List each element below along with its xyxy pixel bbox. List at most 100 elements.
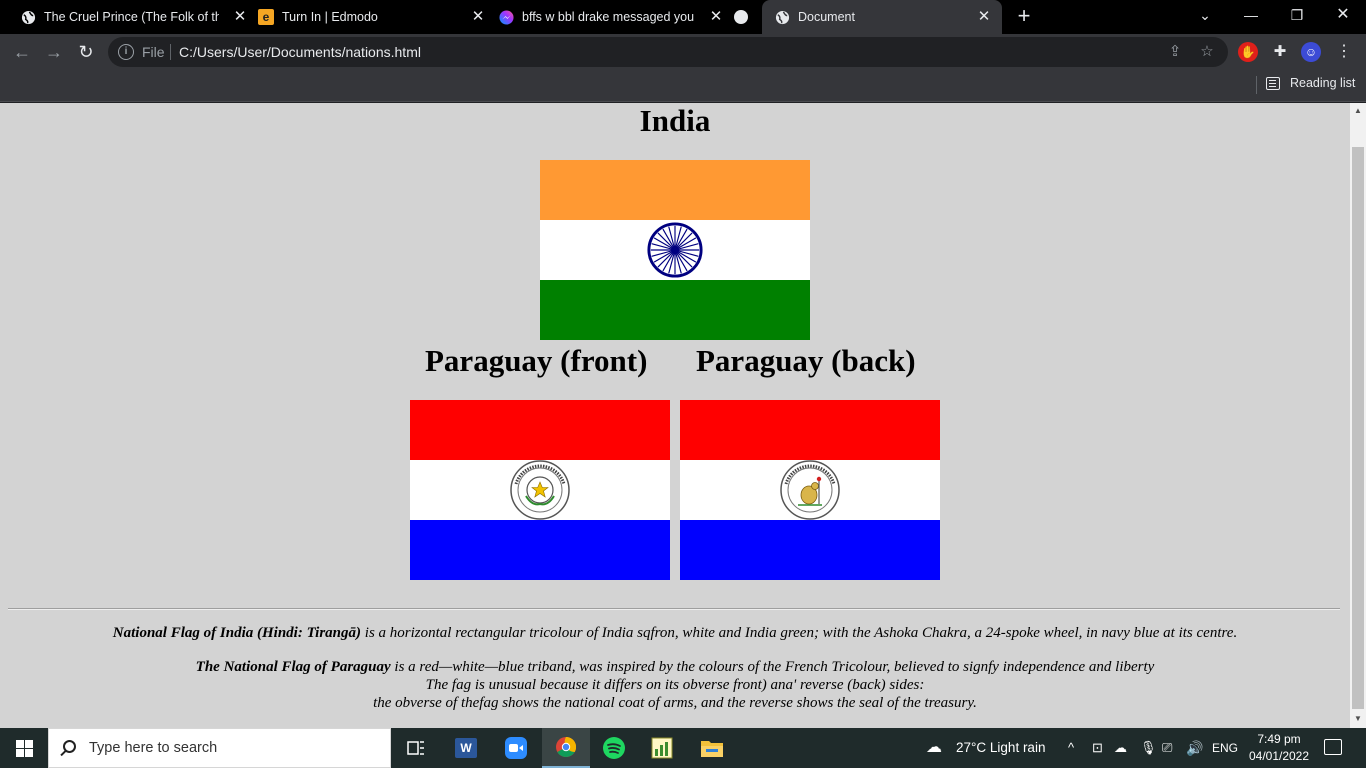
windows-logo-icon [25, 749, 33, 757]
tab-title: bffs w bbl drake messaged you [522, 10, 695, 24]
scrollbar-thumb[interactable] [1352, 147, 1364, 709]
tab-title: Turn In | Edmodo [282, 10, 378, 24]
india-description-title: National Flag of India (Hindi: Tirangā) [112, 625, 362, 641]
paraguay-description-line: The fag is unusual because it differs on… [425, 677, 925, 693]
browser-toolbar: ← → ↻ i File C:/Users/User/Documents/nat… [0, 34, 1366, 70]
ashoka-chakra-icon [647, 222, 703, 278]
extension-adblock-icon[interactable]: ✋ [1238, 42, 1258, 62]
paraguay-back-heading: Paraguay (back) [696, 343, 916, 378]
paraguay-description-line: the obverse of thefag shows the national… [373, 695, 977, 711]
windows-logo-icon [25, 740, 33, 748]
volume-icon[interactable]: 🔊 [1186, 728, 1203, 768]
bookmark-star-icon[interactable]: ☆ [1198, 43, 1216, 61]
india-flag [540, 160, 810, 340]
start-button[interactable] [0, 728, 48, 768]
horizontal-rule [8, 608, 1340, 609]
tab-cruel-prince[interactable]: The Cruel Prince (The Folk of the ✕ [12, 0, 248, 34]
reading-list-icon [1266, 76, 1280, 90]
coat-of-arms-icon [510, 460, 570, 520]
messenger-icon [498, 9, 514, 25]
paraguay-description-title: The National Flag of Paraguay [195, 659, 391, 675]
blue-band [680, 520, 940, 580]
tab-search-chevron-icon[interactable]: ⌄ [1182, 0, 1228, 30]
taskbar-search-box[interactable]: Type here to search [48, 728, 391, 768]
paraguay-description-line: is a red—white—blue triband, was inspire… [390, 659, 1155, 675]
bookmarks-bar: Reading list [0, 70, 1366, 102]
clock-date: 04/01/2022 [1248, 749, 1310, 763]
blue-band [410, 520, 670, 580]
share-icon[interactable]: ⇪ [1166, 43, 1184, 61]
profile-avatar[interactable]: ☺ [1301, 42, 1321, 62]
scroll-down-arrow-icon[interactable]: ▼ [1354, 715, 1362, 723]
close-icon[interactable]: ✕ [232, 9, 248, 25]
tray-chevron-up-icon[interactable]: ^ [1068, 728, 1074, 768]
url-text[interactable]: C:/Users/User/Documents/nations.html [179, 44, 421, 60]
url-scheme: File [142, 44, 165, 60]
tab-title: The Cruel Prince (The Folk of the [44, 10, 219, 24]
network-icon[interactable]: ⎚ [1162, 728, 1172, 768]
paraguay-description: The National Flag of Paraguay is a red—w… [0, 658, 1350, 712]
saffron-band [540, 160, 810, 220]
minimize-button[interactable]: — [1228, 0, 1274, 30]
scroll-up-arrow-icon[interactable]: ▲ [1354, 107, 1362, 115]
spotify-app-icon[interactable] [590, 728, 638, 768]
page-content: India Paraguay (front) Paraguay (back) N… [0, 103, 1350, 728]
extensions-puzzle-icon[interactable]: ✚ [1270, 42, 1290, 62]
divider [1256, 76, 1257, 94]
divider [170, 44, 171, 60]
india-description: National Flag of India (Hindi: Tirangā) … [0, 624, 1350, 642]
windows-logo-icon [16, 749, 24, 757]
info-icon[interactable]: i [118, 44, 134, 60]
reading-list-label: Reading list [1290, 76, 1356, 90]
circle-icon [734, 10, 748, 24]
clock-time: 7:49 pm [1257, 732, 1301, 746]
excel-chart-app-icon[interactable] [638, 728, 686, 768]
tab-document[interactable]: Document ✕ [762, 0, 1002, 34]
paraguay-back-flag [680, 400, 940, 580]
windows-taskbar: Type here to search W ☁ 27°C Light rain … [0, 728, 1366, 768]
close-icon[interactable]: ✕ [976, 9, 992, 25]
windows-logo-icon [16, 740, 24, 748]
weather-icon[interactable]: ☁ [926, 728, 942, 768]
zoom-app-icon[interactable] [492, 728, 540, 768]
red-band [410, 400, 670, 460]
menu-kebab-icon[interactable]: ⋮ [1334, 42, 1354, 62]
reload-button[interactable]: ↻ [74, 40, 98, 64]
cloud-sync-icon[interactable]: ☁ [1114, 728, 1127, 768]
tab-pinned[interactable] [734, 0, 756, 34]
weather-text[interactable]: 27°C Light rain [956, 728, 1045, 768]
task-view-icon[interactable] [392, 728, 440, 768]
india-description-text: is a horizontal rectangular tricolour of… [361, 625, 1238, 641]
close-icon[interactable]: ✕ [708, 9, 724, 25]
search-icon [63, 740, 76, 753]
tab-edmodo[interactable]: e Turn In | Edmodo ✕ [250, 0, 486, 34]
search-placeholder: Type here to search [89, 740, 218, 756]
notification-center-icon[interactable] [1324, 739, 1342, 755]
forward-button[interactable]: → [42, 40, 66, 64]
vertical-scrollbar[interactable]: ▲ ▼ [1350, 103, 1366, 728]
microphone-icon[interactable]: 🎙 [1140, 728, 1157, 768]
new-tab-button[interactable]: + [1013, 5, 1035, 27]
reading-list-button[interactable]: Reading list [1266, 76, 1355, 90]
back-button[interactable]: ← [10, 40, 34, 64]
globe-icon [774, 9, 790, 25]
tab-strip: The Cruel Prince (The Folk of the ✕ e Tu… [0, 0, 1366, 34]
address-bar[interactable]: i File C:/Users/User/Documents/nations.h… [108, 37, 1228, 67]
globe-icon [20, 9, 36, 25]
word-app-icon[interactable]: W [442, 728, 490, 768]
close-window-button[interactable]: ✕ [1320, 0, 1366, 30]
treasury-seal-icon [780, 460, 840, 520]
meet-now-icon[interactable]: ⊡ [1092, 728, 1103, 768]
language-indicator[interactable]: ENG [1212, 728, 1238, 768]
edmodo-icon: e [258, 9, 274, 25]
close-icon[interactable]: ✕ [470, 9, 486, 25]
restore-button[interactable]: ❐ [1274, 0, 1320, 30]
tab-messenger[interactable]: bffs w bbl drake messaged you ✕ [490, 0, 724, 34]
tab-title: Document [798, 10, 855, 24]
green-band [540, 280, 810, 340]
system-clock[interactable]: 7:49 pm 04/01/2022 [1246, 731, 1312, 765]
india-heading: India [639, 103, 711, 138]
red-band [680, 400, 940, 460]
chrome-app-icon[interactable] [542, 728, 590, 768]
file-explorer-icon[interactable] [688, 728, 736, 768]
